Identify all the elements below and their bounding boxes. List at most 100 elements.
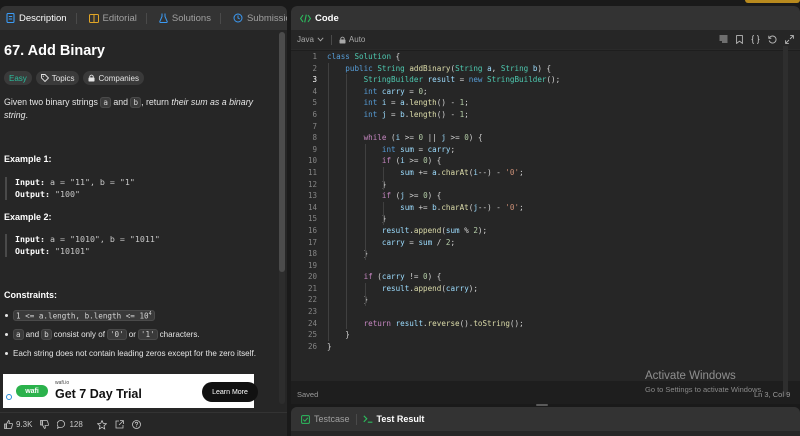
topics-label: Topics bbox=[51, 73, 75, 83]
line-number: 17 bbox=[307, 237, 317, 247]
code-line[interactable]: int carry = 0; bbox=[327, 86, 560, 98]
tab-solutions[interactable]: Solutions bbox=[155, 6, 229, 30]
code-line[interactable] bbox=[327, 121, 560, 133]
line-number: 12 bbox=[307, 179, 317, 189]
constraint-text: and bbox=[25, 330, 40, 339]
line-number: 16 bbox=[307, 225, 317, 235]
code-line[interactable]: StringBuilder result = new StringBuilder… bbox=[327, 74, 561, 86]
constraint-text: characters. bbox=[159, 330, 200, 339]
code-line[interactable]: int sum = carry; bbox=[327, 144, 560, 156]
line-number: 25 bbox=[307, 330, 317, 340]
tab-testcase[interactable]: Testcase bbox=[293, 414, 356, 424]
tab-editorial[interactable]: Editorial bbox=[85, 6, 155, 30]
like-button[interactable]: 9.3K bbox=[4, 420, 32, 429]
language-select[interactable]: Java bbox=[297, 35, 324, 44]
inline-code-b: b bbox=[41, 329, 52, 340]
advertisement-banner[interactable]: wafi wafi.io Get 7 Day Trial Learn More bbox=[3, 374, 258, 408]
code-line[interactable]: } bbox=[327, 213, 560, 225]
tab-submissions[interactable]: Submissions bbox=[229, 6, 287, 30]
companies-button[interactable]: Companies bbox=[83, 71, 144, 85]
line-number: 18 bbox=[307, 249, 317, 259]
dislike-button[interactable] bbox=[40, 420, 50, 429]
ad-learn-more-button[interactable]: Learn More bbox=[202, 382, 258, 402]
code-line[interactable]: if (j >= 0) { bbox=[327, 190, 560, 202]
line-number: 15 bbox=[307, 214, 317, 224]
code-line[interactable]: sum += b.charAt(j--) - '0'; bbox=[327, 202, 560, 214]
curly-braces-icon[interactable] bbox=[751, 35, 760, 44]
line-number: 23 bbox=[307, 307, 317, 317]
line-number: 14 bbox=[307, 202, 317, 212]
line-number: 7 bbox=[312, 121, 317, 131]
statement-text: Given two binary strings bbox=[4, 97, 101, 107]
difficulty-badge[interactable]: Easy bbox=[4, 71, 32, 85]
code-line[interactable]: sum += a.charAt(i--) - '0'; bbox=[327, 167, 560, 179]
history-icon bbox=[233, 13, 243, 23]
problem-title: 67. Add Binary bbox=[4, 43, 105, 59]
code-line[interactable]: carry = sum / 2; bbox=[327, 237, 560, 249]
code-editor[interactable]: 1 2 3 4 5 6 7 8 9 10 11 12 13 14 15 16 17 18 19 20 21 22 23 24 2… bbox=[291, 51, 800, 381]
line-number: 21 bbox=[307, 283, 317, 293]
tab-separator bbox=[145, 12, 147, 24]
bookmark-icon[interactable] bbox=[736, 35, 743, 44]
tab-code[interactable]: Code bbox=[293, 13, 339, 24]
code-line[interactable]: } bbox=[327, 294, 560, 306]
code-text[interactable]: class Solution { public String addBinary… bbox=[327, 51, 560, 352]
code-line[interactable]: result.append(carry); bbox=[327, 283, 560, 295]
code-line[interactable]: } bbox=[327, 329, 560, 341]
help-button[interactable] bbox=[131, 420, 141, 429]
code-line[interactable] bbox=[327, 306, 560, 318]
topics-button[interactable]: Topics bbox=[35, 71, 80, 85]
question-circle-icon bbox=[131, 420, 141, 429]
ad-info-icon[interactable] bbox=[6, 394, 12, 400]
format-lines-icon[interactable] bbox=[719, 35, 728, 43]
comments-button[interactable]: 128 bbox=[57, 420, 83, 429]
code-line[interactable]: if (carry != 0) { bbox=[327, 271, 560, 283]
line-number: 6 bbox=[312, 109, 317, 119]
editor-scrollbar[interactable] bbox=[783, 46, 788, 396]
ad-logo: wafi bbox=[16, 385, 48, 397]
editor-toolbar: Java Auto bbox=[291, 30, 800, 50]
tab-test-result[interactable]: Test Result bbox=[357, 414, 431, 424]
inline-code-a: a bbox=[13, 329, 24, 340]
constraints-list: 1 <= a.length, b.length <= 104 a and b c… bbox=[4, 306, 276, 363]
code-line[interactable]: } bbox=[327, 341, 560, 353]
code-line[interactable]: } bbox=[327, 179, 560, 191]
reset-icon[interactable] bbox=[768, 35, 777, 44]
testcase-label: Testcase bbox=[314, 414, 350, 424]
favorite-button[interactable] bbox=[96, 419, 107, 430]
code-line[interactable]: while (i >= 0 || j >= 0) { bbox=[327, 132, 560, 144]
code-line[interactable]: class Solution { bbox=[327, 51, 560, 63]
code-line[interactable]: result.append(sum % 2); bbox=[327, 225, 560, 237]
code-line[interactable]: return result.reverse().toString(); bbox=[327, 318, 560, 330]
tab-description[interactable]: Description bbox=[2, 6, 85, 30]
share-icon bbox=[115, 420, 124, 429]
code-line[interactable] bbox=[327, 260, 560, 272]
description-content: 67. Add Binary Easy Topics Companies Giv… bbox=[0, 30, 280, 404]
code-line[interactable]: } bbox=[327, 248, 560, 260]
inline-code-a: a bbox=[100, 97, 111, 108]
expand-icon[interactable] bbox=[785, 35, 794, 44]
save-status: Saved bbox=[297, 390, 319, 399]
thumbs-up-icon bbox=[4, 420, 13, 429]
mode-label: Auto bbox=[348, 35, 366, 44]
bottom-panel-drag-handle[interactable] bbox=[536, 404, 548, 406]
auto-mode-indicator[interactable]: Auto bbox=[339, 35, 365, 44]
code-line[interactable]: int j = b.length() - 1; bbox=[327, 109, 560, 121]
example-1-box: Input: a = "11", b = "1" Output: "100" bbox=[5, 177, 276, 200]
statement-text: and bbox=[110, 97, 131, 107]
inline-code-zero: '0' bbox=[106, 329, 127, 340]
difficulty-label: Easy bbox=[9, 73, 27, 83]
example-2-box: Input: a = "1010", b = "1011" Output: "1… bbox=[5, 234, 276, 257]
thumbs-down-icon bbox=[40, 420, 50, 429]
output-label: Output: bbox=[15, 188, 50, 199]
code-line[interactable]: if (i >= 0) { bbox=[327, 155, 560, 167]
book-icon bbox=[88, 13, 99, 23]
companies-label: Companies bbox=[98, 73, 139, 83]
indent-guide bbox=[364, 143, 366, 260]
indent-guide bbox=[346, 74, 348, 330]
code-line[interactable]: public String addBinary(String a, String… bbox=[327, 63, 560, 75]
star-icon bbox=[96, 419, 107, 430]
share-button[interactable] bbox=[115, 420, 124, 429]
code-line[interactable]: int i = a.length() - 1; bbox=[327, 97, 560, 109]
code-tab-label: Code bbox=[315, 12, 339, 24]
